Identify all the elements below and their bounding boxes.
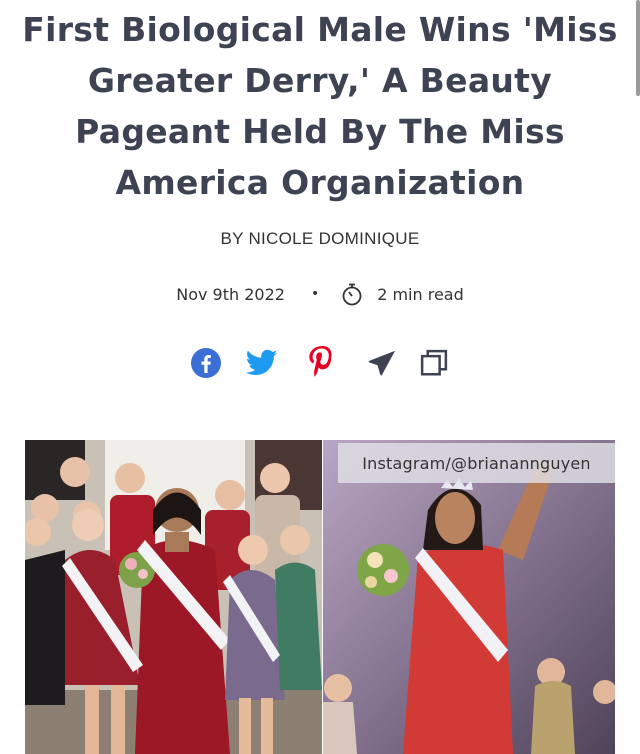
read-time: 2 min read <box>377 284 464 304</box>
stopwatch-icon <box>342 283 362 306</box>
meta-separator: • <box>310 286 320 302</box>
pageant-group-illustration <box>25 440 322 754</box>
facebook-share-button[interactable] <box>188 345 224 381</box>
publish-date: Nov 9th 2022 <box>176 284 285 304</box>
copy-link-button[interactable] <box>416 345 452 381</box>
article-meta: Nov 9th 2022 • 2 min read <box>0 280 640 308</box>
winner-illustration <box>323 440 615 754</box>
twitter-icon <box>246 349 278 375</box>
author-byline[interactable]: BY NICOLE DOMINIQUE <box>0 229 640 249</box>
send-share-button[interactable] <box>364 345 400 381</box>
pageant-group-photo <box>25 440 322 754</box>
copy-icon <box>420 349 448 376</box>
facebook-icon <box>191 348 221 378</box>
share-bar <box>0 345 640 385</box>
pinterest-share-button[interactable] <box>304 345 340 381</box>
twitter-share-button[interactable] <box>244 345 280 381</box>
photo-credit: Instagram/@brianannguyen <box>338 443 615 483</box>
send-icon <box>368 350 396 376</box>
winner-stage-photo <box>323 440 615 754</box>
article-title: First Biological Male Wins 'Miss Greater… <box>22 10 618 202</box>
scrollbar[interactable] <box>636 0 640 96</box>
pinterest-icon <box>309 346 332 377</box>
